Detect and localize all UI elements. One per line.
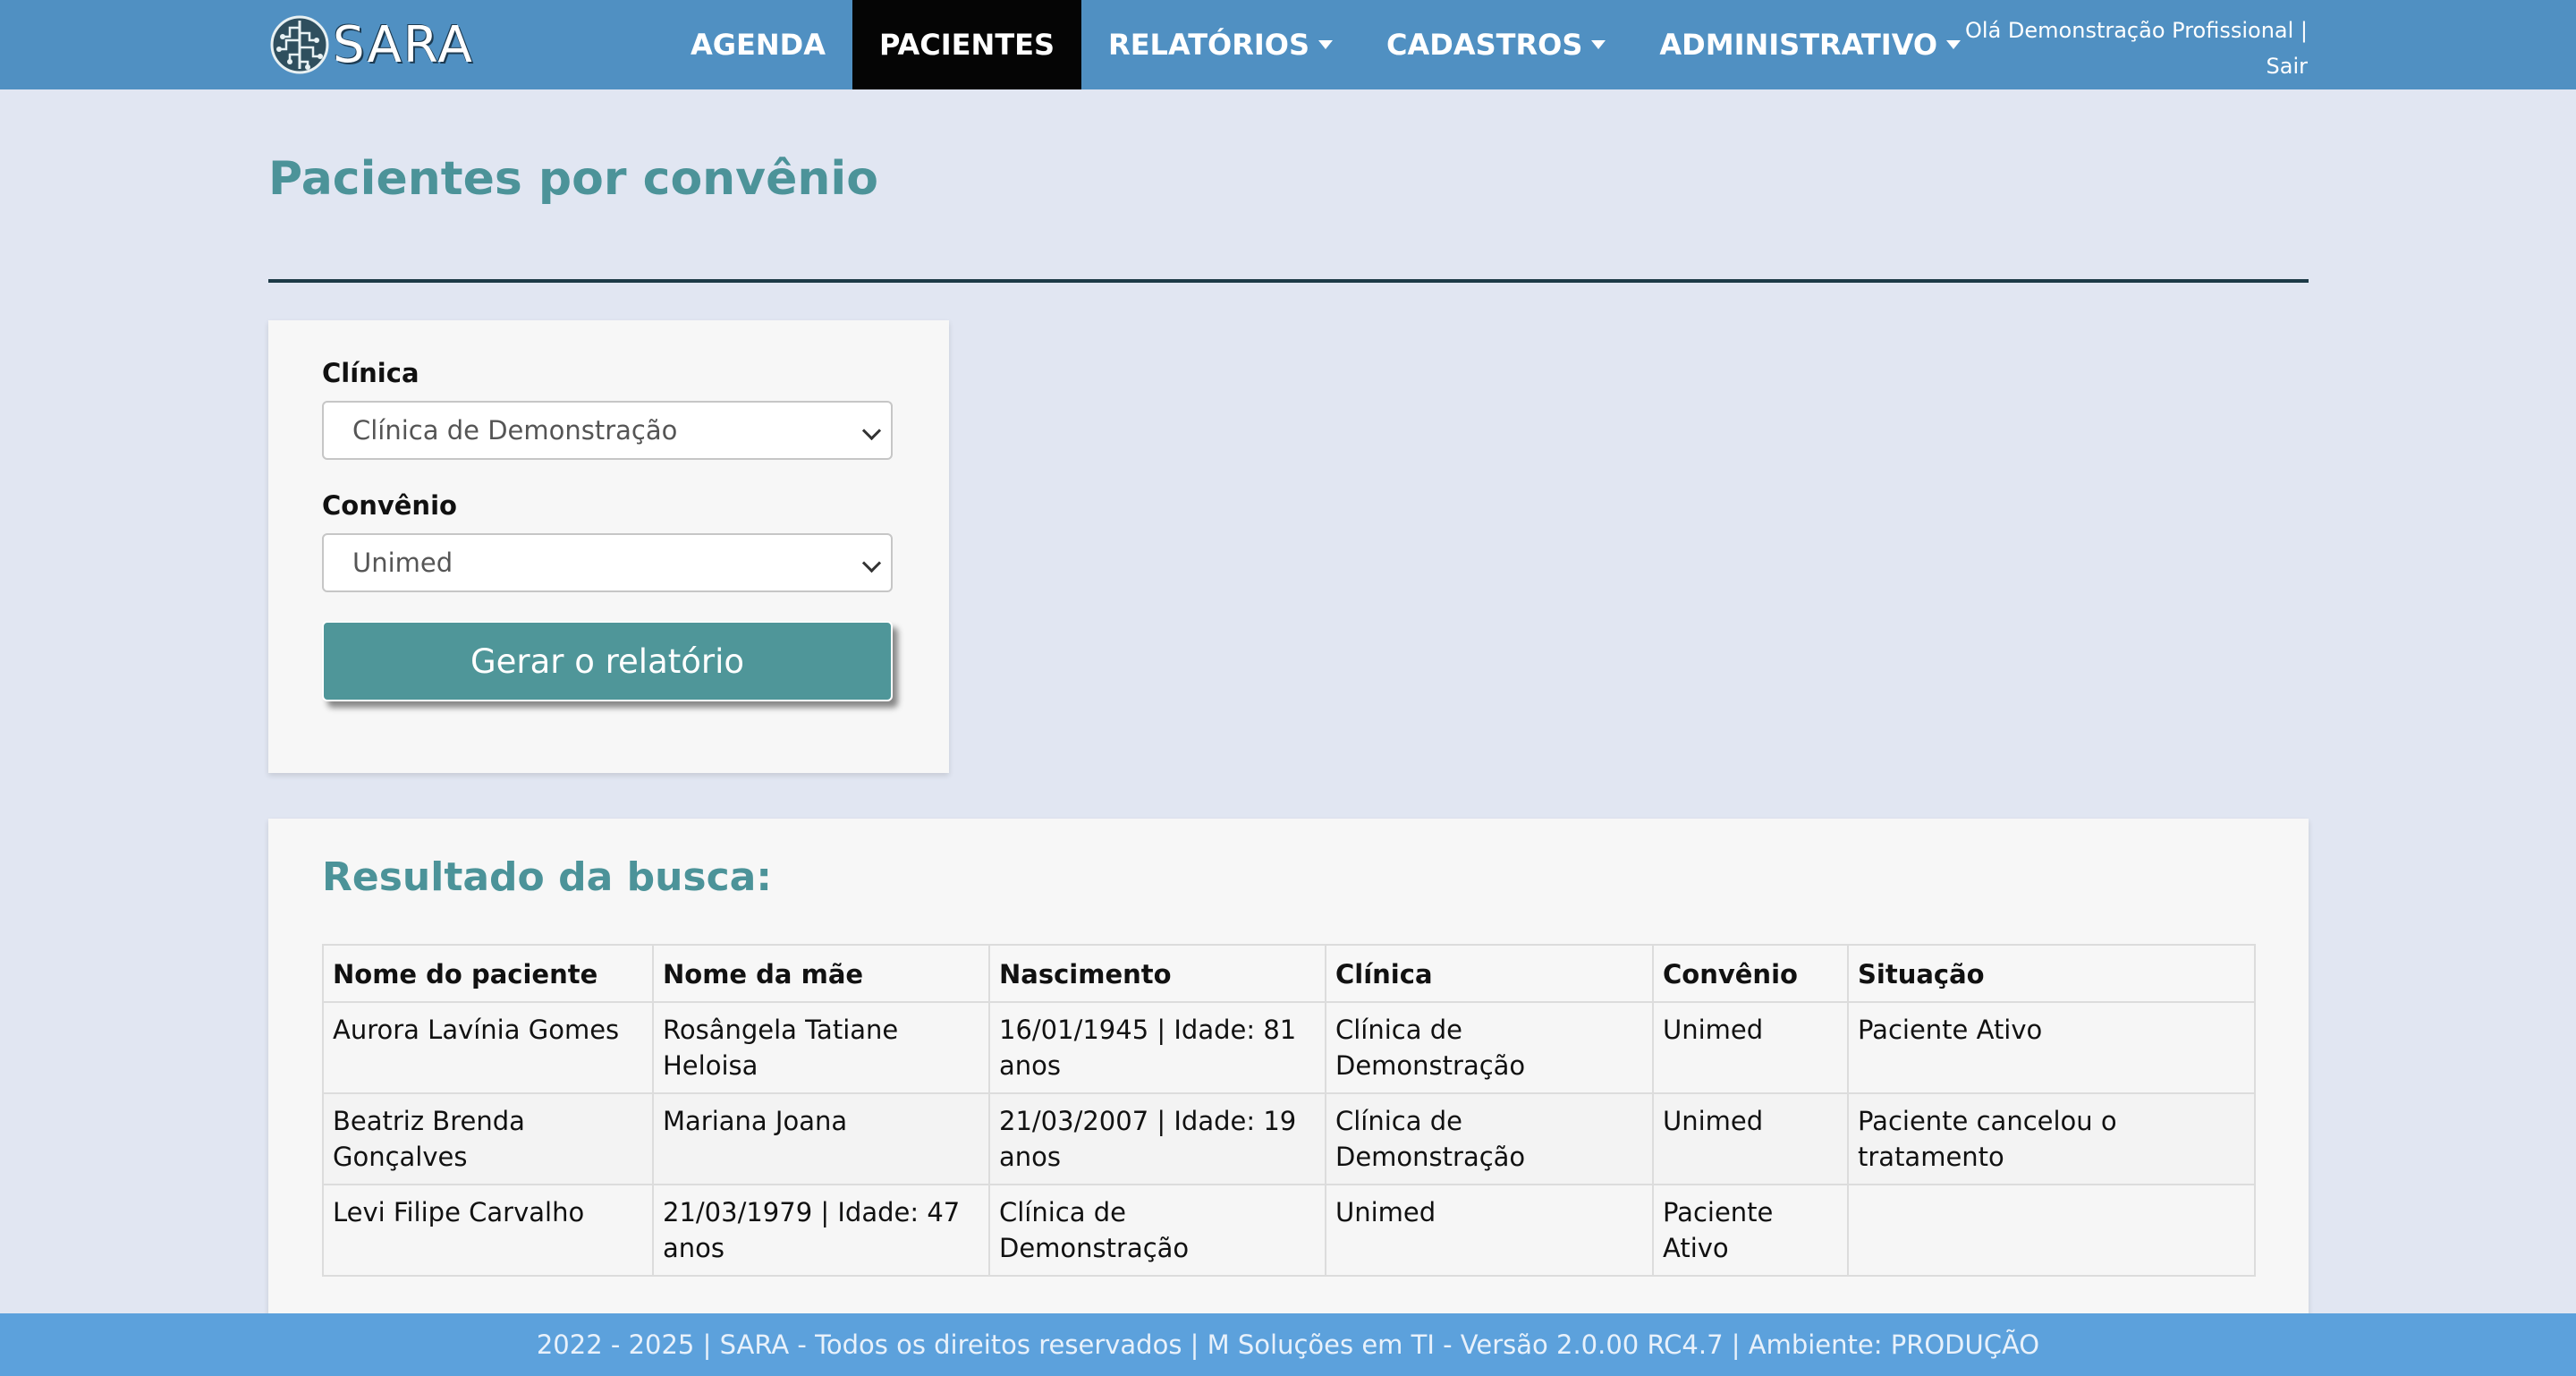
caret-down-icon [1318, 40, 1334, 49]
page-footer: 2022 - 2025 | SARA - Todos os direitos r… [0, 1313, 2576, 1376]
insurance-select-value: Unimed [352, 548, 453, 578]
caret-down-icon [1591, 40, 1606, 49]
table-cell: Unimed [1652, 1092, 1849, 1185]
insurance-select[interactable]: Unimed [322, 533, 893, 592]
footer-text: 2022 - 2025 | SARA - Todos os direitos r… [536, 1329, 2040, 1360]
user-greeting: Olá Demonstração Profissional | [1965, 18, 2308, 43]
col-header-insurance[interactable]: Convênio [1652, 944, 1849, 1003]
table-cell: Levi Filipe Carvalho [322, 1184, 654, 1277]
results-title: Resultado da busca: [322, 854, 772, 900]
generate-report-button[interactable]: Gerar o relatório [322, 621, 893, 701]
clinic-label: Clínica [322, 358, 419, 388]
nav-pacientes[interactable]: PACIENTES [852, 0, 1082, 89]
page-title: Pacientes por convênio [268, 152, 878, 206]
nav-administrativo-label: ADMINISTRATIVO [1659, 28, 1938, 62]
table-header-row: Nome do paciente Nome da mãe Nascimento … [322, 944, 2256, 1003]
user-menu: Olá Demonstração Profissional | Sair [1932, 13, 2308, 84]
results-panel: Resultado da busca: Nome do paciente Nom… [268, 819, 2309, 1376]
table-cell: 21/03/1979 | Idade: 47 anos [652, 1184, 990, 1277]
table-cell: Clínica de Demonstração [1325, 1092, 1654, 1185]
table-cell: 16/01/1945 | Idade: 81 anos [988, 1001, 1326, 1094]
table-cell [1847, 1184, 2256, 1277]
results-table: Nome do paciente Nome da mãe Nascimento … [322, 944, 2256, 1277]
top-navbar: SARA AGENDA PACIENTES RELATÓRIOS CADASTR… [0, 0, 2576, 89]
nav-agenda-label: AGENDA [691, 28, 826, 62]
col-header-mother-name[interactable]: Nome da mãe [652, 944, 990, 1003]
nav-relatorios[interactable]: RELATÓRIOS [1081, 0, 1360, 89]
chevron-down-icon [861, 420, 882, 441]
table-cell: Unimed [1652, 1001, 1849, 1094]
col-header-birth[interactable]: Nascimento [988, 944, 1326, 1003]
clinic-select[interactable]: Clínica de Demonstração [322, 401, 893, 460]
table-row: Aurora Lavínia Gomes Rosângela Tatiane H… [322, 1001, 2256, 1094]
table-cell: Clínica de Demonstração [1325, 1001, 1654, 1094]
col-header-patient-name[interactable]: Nome do paciente [322, 944, 654, 1003]
table-cell: Mariana Joana [652, 1092, 990, 1185]
table-cell: Unimed [1325, 1184, 1654, 1277]
table-cell: Paciente cancelou o tratamento [1847, 1092, 2256, 1185]
nav-pacientes-label: PACIENTES [879, 28, 1055, 62]
table-cell: Aurora Lavínia Gomes [322, 1001, 654, 1094]
brand-logo[interactable]: SARA [268, 11, 474, 79]
table-cell: Paciente Ativo [1847, 1001, 2256, 1094]
insurance-label: Convênio [322, 490, 457, 521]
nav-agenda[interactable]: AGENDA [664, 0, 852, 89]
table-cell: 21/03/2007 | Idade: 19 anos [988, 1092, 1326, 1185]
chevron-down-icon [861, 553, 882, 573]
nav-relatorios-label: RELATÓRIOS [1108, 28, 1310, 62]
clinic-select-value: Clínica de Demonstração [352, 415, 678, 446]
table-cell: Rosângela Tatiane Heloisa [652, 1001, 990, 1094]
nav-cadastros[interactable]: CADASTROS [1360, 0, 1632, 89]
table-cell: Clínica de Demonstração [988, 1184, 1326, 1277]
main-nav: AGENDA PACIENTES RELATÓRIOS CADASTROS AD… [664, 0, 1987, 89]
nav-cadastros-label: CADASTROS [1386, 28, 1583, 62]
filter-panel: Clínica Clínica de Demonstração Convênio… [268, 320, 949, 773]
brand-name: SARA [333, 15, 474, 74]
title-divider [268, 279, 2309, 283]
brain-icon [270, 15, 329, 74]
col-header-clinic[interactable]: Clínica [1325, 944, 1654, 1003]
table-cell: Beatriz Brenda Gonçalves [322, 1092, 654, 1185]
table-row: Levi Filipe Carvalho 21/03/1979 | Idade:… [322, 1184, 2256, 1277]
table-cell: Paciente Ativo [1652, 1184, 1849, 1277]
table-row: Beatriz Brenda Gonçalves Mariana Joana 2… [322, 1092, 2256, 1185]
col-header-status[interactable]: Situação [1847, 944, 2256, 1003]
logout-link[interactable]: Sair [2267, 54, 2308, 79]
